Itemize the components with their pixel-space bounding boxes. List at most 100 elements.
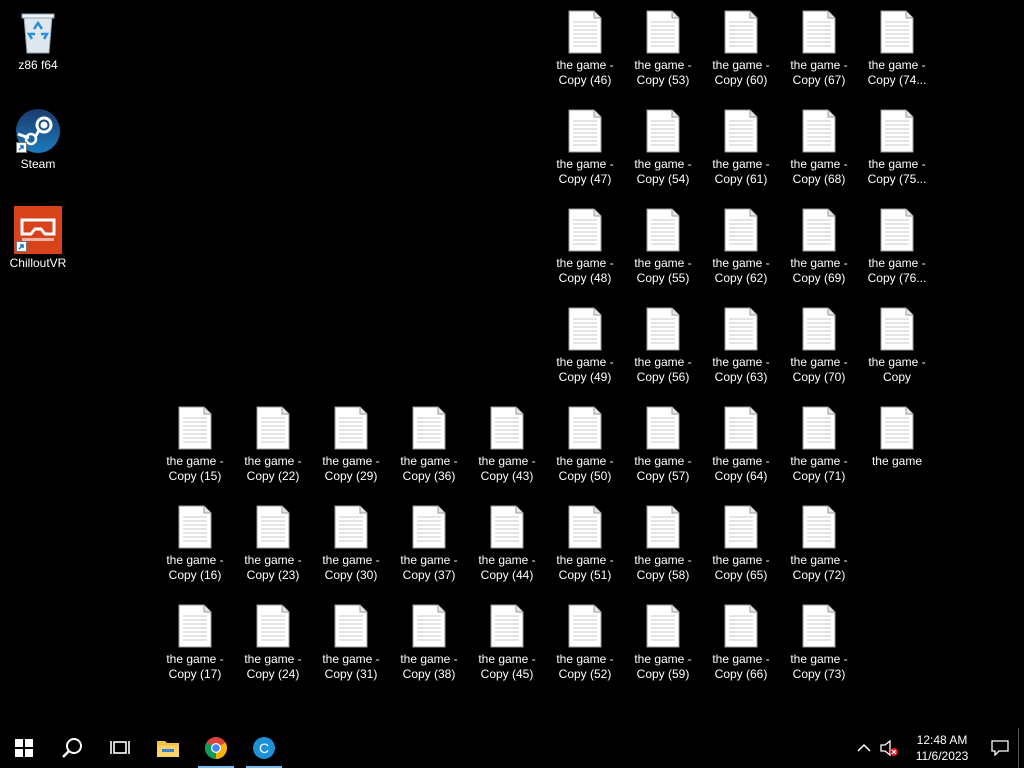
file-desktop-icon[interactable]: the game - Copy (54)	[627, 103, 699, 195]
text-document-icon	[795, 602, 843, 650]
steam-label: Steam	[20, 157, 56, 171]
file-desktop-icon[interactable]: the game - Copy (50)	[549, 400, 621, 492]
text-document-icon	[795, 503, 843, 551]
file-explorer-button[interactable]	[144, 728, 192, 768]
file-desktop-icon[interactable]: the game - Copy (55)	[627, 202, 699, 294]
file-desktop-icon[interactable]: the game - Copy (43)	[471, 400, 543, 492]
file-label: the game - Copy (64)	[712, 454, 770, 483]
file-desktop-icon[interactable]: the game - Copy (49)	[549, 301, 621, 393]
chilloutvr-label: ChilloutVR	[9, 256, 67, 270]
text-document-icon	[795, 305, 843, 353]
file-desktop-icon[interactable]: the game - Copy (37)	[393, 499, 465, 591]
file-label: the game - Copy (23)	[244, 553, 302, 582]
file-desktop-icon[interactable]: the game - Copy (68)	[783, 103, 855, 195]
file-desktop-icon[interactable]: the game - Copy (29)	[315, 400, 387, 492]
file-desktop-icon[interactable]: the game - Copy (63)	[705, 301, 777, 393]
file-desktop-icon[interactable]: the game	[861, 400, 933, 492]
text-document-icon	[795, 8, 843, 56]
file-label: the game - Copy (38)	[400, 652, 458, 681]
text-document-icon	[873, 107, 921, 155]
file-label: the game - Copy (17)	[166, 652, 224, 681]
windows-logo-icon	[15, 739, 33, 757]
chilloutvr-desktop-icon[interactable]: ChilloutVR	[2, 202, 74, 294]
text-document-icon	[561, 8, 609, 56]
text-document-icon	[249, 404, 297, 452]
clock[interactable]: 12:48 AM 11/6/2023	[910, 728, 974, 768]
steam-icon	[14, 107, 62, 155]
file-desktop-icon[interactable]: the game - Copy (31)	[315, 598, 387, 690]
text-document-icon	[717, 602, 765, 650]
file-label: the game - Copy (45)	[478, 652, 536, 681]
file-label: the game - Copy (75...	[867, 157, 927, 186]
file-desktop-icon[interactable]: the game - Copy (48)	[549, 202, 621, 294]
file-desktop-icon[interactable]: the game - Copy (51)	[549, 499, 621, 591]
file-desktop-icon[interactable]: the game - Copy (71)	[783, 400, 855, 492]
file-label: the game - Copy (52)	[556, 652, 614, 681]
file-desktop-icon[interactable]: the game - Copy (24)	[237, 598, 309, 690]
text-document-icon	[639, 305, 687, 353]
text-document-icon	[171, 503, 219, 551]
file-desktop-icon[interactable]: the game - Copy	[861, 301, 933, 393]
file-label: the game - Copy (59)	[634, 652, 692, 681]
file-desktop-icon[interactable]: the game - Copy (56)	[627, 301, 699, 393]
file-desktop-icon[interactable]: the game - Copy (73)	[783, 598, 855, 690]
volume-button[interactable]	[876, 728, 902, 768]
clock-date: 11/6/2023	[915, 749, 969, 763]
file-desktop-icon[interactable]: the game - Copy (74...	[861, 4, 933, 96]
file-desktop-icon[interactable]: the game - Copy (47)	[549, 103, 621, 195]
file-desktop-icon[interactable]: the game - Copy (38)	[393, 598, 465, 690]
chrome-button[interactable]	[192, 728, 240, 768]
file-desktop-icon[interactable]: the game - Copy (61)	[705, 103, 777, 195]
file-desktop-icon[interactable]: the game - Copy (58)	[627, 499, 699, 591]
file-desktop-icon[interactable]: the game - Copy (45)	[471, 598, 543, 690]
file-desktop-icon[interactable]: the game - Copy (23)	[237, 499, 309, 591]
text-document-icon	[717, 206, 765, 254]
text-document-icon	[639, 206, 687, 254]
search-icon	[62, 738, 82, 758]
notifications-button[interactable]	[982, 728, 1018, 768]
file-desktop-icon[interactable]: the game - Copy (15)	[159, 400, 231, 492]
task-view-button[interactable]	[96, 728, 144, 768]
text-document-icon	[561, 107, 609, 155]
recycle-bin-desktop-icon[interactable]: z86 f64	[2, 4, 74, 96]
file-desktop-icon[interactable]: the game - Copy (44)	[471, 499, 543, 591]
app-c-button[interactable]: C	[240, 728, 288, 768]
search-button[interactable]	[48, 728, 96, 768]
file-label: the game - Copy (46)	[556, 58, 614, 87]
file-desktop-icon[interactable]: the game - Copy (70)	[783, 301, 855, 393]
file-desktop-icon[interactable]: the game - Copy (57)	[627, 400, 699, 492]
file-desktop-icon[interactable]: the game - Copy (22)	[237, 400, 309, 492]
file-desktop-icon[interactable]: the game - Copy (65)	[705, 499, 777, 591]
file-desktop-icon[interactable]: the game - Copy (72)	[783, 499, 855, 591]
file-desktop-icon[interactable]: the game - Copy (69)	[783, 202, 855, 294]
file-desktop-icon[interactable]: the game - Copy (75...	[861, 103, 933, 195]
file-desktop-icon[interactable]: the game - Copy (64)	[705, 400, 777, 492]
file-desktop-icon[interactable]: the game - Copy (16)	[159, 499, 231, 591]
folder-icon	[157, 741, 179, 757]
file-desktop-icon[interactable]: the game - Copy (76...	[861, 202, 933, 294]
file-desktop-icon[interactable]: the game - Copy (67)	[783, 4, 855, 96]
file-desktop-icon[interactable]: the game - Copy (46)	[549, 4, 621, 96]
file-desktop-icon[interactable]: the game - Copy (59)	[627, 598, 699, 690]
file-desktop-icon[interactable]: the game - Copy (36)	[393, 400, 465, 492]
chrome-icon	[205, 737, 227, 759]
file-desktop-icon[interactable]: the game - Copy (52)	[549, 598, 621, 690]
file-label: the game - Copy (22)	[244, 454, 302, 483]
text-document-icon	[405, 602, 453, 650]
desktop[interactable]: z86 f64 Steam ChilloutVR the game - Copy…	[0, 0, 1024, 728]
file-desktop-icon[interactable]: the game - Copy (30)	[315, 499, 387, 591]
start-button[interactable]	[0, 728, 48, 768]
file-desktop-icon[interactable]: the game - Copy (53)	[627, 4, 699, 96]
file-desktop-icon[interactable]: the game - Copy (60)	[705, 4, 777, 96]
file-label: the game - Copy (63)	[712, 355, 770, 384]
show-hidden-icons-button[interactable]	[852, 728, 876, 768]
file-desktop-icon[interactable]: the game - Copy (62)	[705, 202, 777, 294]
file-desktop-icon[interactable]: the game - Copy (17)	[159, 598, 231, 690]
file-label: the game - Copy (62)	[712, 256, 770, 285]
file-desktop-icon[interactable]: the game - Copy (66)	[705, 598, 777, 690]
file-label: the game - Copy (76...	[867, 256, 927, 285]
show-desktop-button[interactable]	[1018, 728, 1024, 768]
text-document-icon	[795, 107, 843, 155]
steam-desktop-icon[interactable]: Steam	[2, 103, 74, 195]
text-document-icon	[327, 404, 375, 452]
